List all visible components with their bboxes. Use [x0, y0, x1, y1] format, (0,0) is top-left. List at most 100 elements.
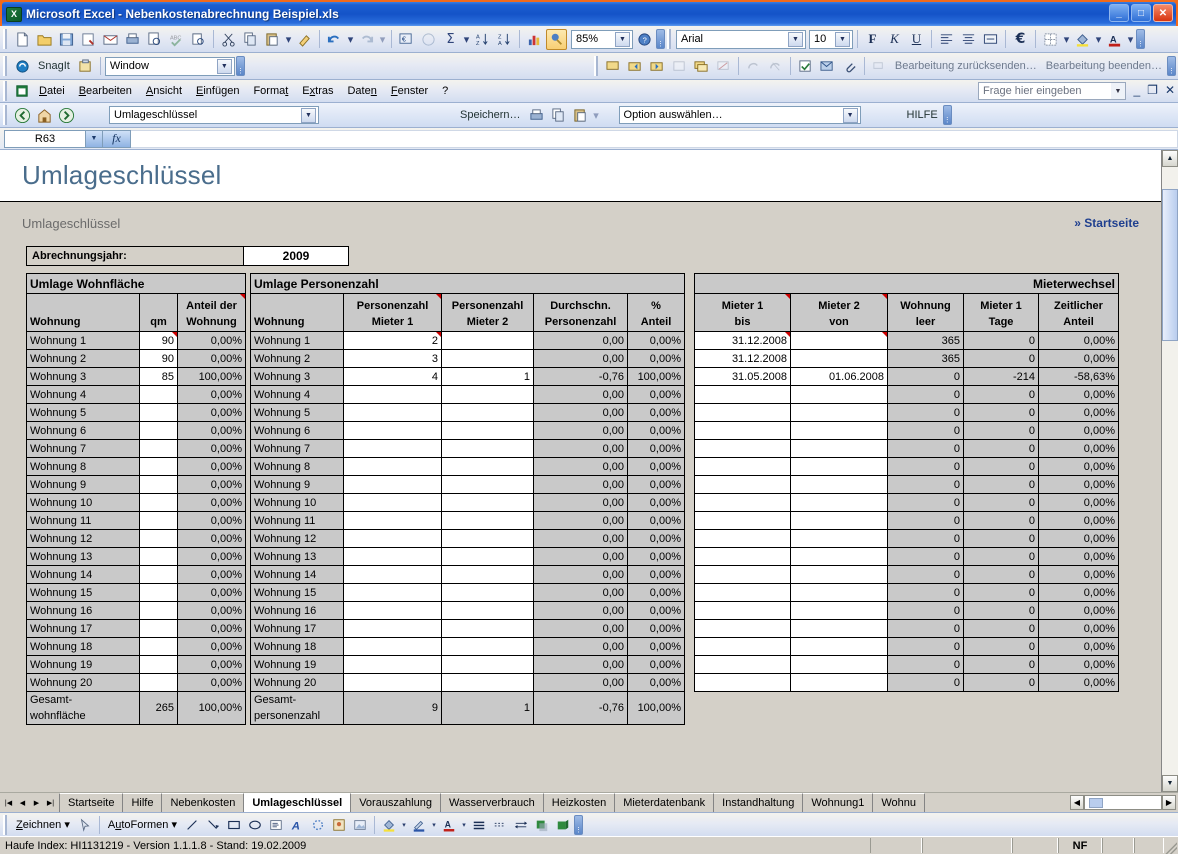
print-preview-icon[interactable] — [144, 29, 165, 50]
accept-changes-icon[interactable] — [795, 56, 816, 77]
new-comment-icon[interactable] — [603, 56, 624, 77]
email-icon[interactable] — [100, 29, 121, 50]
worksheet-canvas[interactable]: Umlageschlüssel Umlageschlüssel » Starts… — [0, 150, 1161, 792]
snagit-toolbar-overflow-button[interactable]: ⋮ — [236, 56, 245, 76]
line-color-icon[interactable] — [409, 815, 429, 835]
table-cell[interactable] — [442, 422, 534, 440]
maximize-button[interactable]: □ — [1131, 4, 1151, 22]
table-cell[interactable] — [695, 440, 791, 458]
table-cell[interactable] — [442, 494, 534, 512]
edit-comment-icon[interactable] — [669, 56, 690, 77]
table-cell[interactable]: 90 — [140, 332, 178, 350]
table-cell[interactable] — [442, 566, 534, 584]
sheet-select-combo[interactable]: Umlageschlüssel ▼ — [109, 106, 319, 124]
table-cell[interactable] — [695, 530, 791, 548]
resize-grip[interactable] — [1164, 841, 1177, 854]
font-size-combo[interactable]: 10 ▼ — [809, 30, 853, 49]
table-cell[interactable] — [791, 512, 888, 530]
oval-icon[interactable] — [245, 815, 265, 835]
tab-nav-next[interactable]: ▶ — [30, 795, 43, 810]
table-cell[interactable] — [791, 638, 888, 656]
line-icon[interactable] — [182, 815, 202, 835]
table-cell[interactable] — [344, 638, 442, 656]
table-cell[interactable] — [140, 548, 178, 566]
table-cell[interactable] — [695, 422, 791, 440]
table-cell[interactable] — [344, 566, 442, 584]
zoom-combo[interactable]: 85% ▼ — [571, 30, 633, 49]
sheet-tab-hilfe[interactable]: Hilfe — [122, 793, 162, 812]
billing-year-input[interactable]: 2009 — [244, 246, 349, 266]
rectangle-icon[interactable] — [224, 815, 244, 835]
table-cell[interactable] — [344, 584, 442, 602]
table-cell[interactable] — [442, 350, 534, 368]
paste-dropdown-icon[interactable]: ▾ — [284, 29, 293, 50]
table-cell[interactable] — [140, 386, 178, 404]
table-cell[interactable] — [344, 404, 442, 422]
fill-color-icon[interactable] — [379, 815, 399, 835]
table-cell[interactable] — [140, 638, 178, 656]
ask-a-question-input[interactable]: Frage hier eingeben ▼ — [978, 82, 1126, 100]
save-label[interactable]: Speichern… — [456, 109, 525, 121]
autosum-icon[interactable]: Σ — [440, 29, 461, 50]
reject-changes-icon[interactable] — [765, 56, 786, 77]
table-cell[interactable] — [140, 476, 178, 494]
font-color-dropdown-icon[interactable]: ▾ — [1126, 29, 1135, 50]
table-cell[interactable] — [344, 440, 442, 458]
table-cell[interactable]: 1 — [442, 368, 534, 386]
table-cell[interactable] — [442, 332, 534, 350]
table-cell[interactable] — [695, 512, 791, 530]
table-cell[interactable] — [791, 440, 888, 458]
minimize-button[interactable]: _ — [1109, 4, 1129, 22]
open-icon[interactable] — [34, 29, 55, 50]
table-cell[interactable] — [791, 476, 888, 494]
scroll-up-button[interactable]: ▲ — [1162, 150, 1178, 167]
research-icon[interactable] — [188, 29, 209, 50]
menu-bar-grip[interactable] — [3, 81, 8, 101]
table-cell[interactable] — [695, 404, 791, 422]
review-toolbar-grip[interactable] — [594, 56, 599, 76]
workbook-icon[interactable] — [11, 81, 32, 102]
routing-recipient-icon[interactable] — [817, 56, 838, 77]
font-color-icon[interactable]: A — [439, 815, 459, 835]
vertical-scroll-thumb[interactable] — [1162, 189, 1178, 341]
align-center-icon[interactable] — [958, 29, 979, 50]
table-cell[interactable] — [344, 422, 442, 440]
tab-horizontal-scrollbar[interactable]: ◀ ▶ — [1070, 793, 1178, 812]
paste-sheet-icon[interactable] — [570, 105, 591, 126]
next-comment-icon[interactable] — [647, 56, 668, 77]
formatting-toolbar-overflow-button[interactable]: ⋮ — [1136, 29, 1145, 49]
hscroll-thumb[interactable] — [1089, 798, 1103, 808]
table-cell[interactable]: 31.05.2008 — [695, 368, 791, 386]
redo-icon[interactable] — [356, 29, 377, 50]
autosum-dropdown-icon[interactable]: ▾ — [462, 29, 471, 50]
table-cell[interactable]: 90 — [140, 350, 178, 368]
paste-sheet-dropdown-icon[interactable]: ▾ — [592, 105, 601, 126]
format-painter-icon[interactable] — [294, 29, 315, 50]
currency-button[interactable]: € — [1010, 29, 1031, 50]
merge-center-icon[interactable] — [980, 29, 1001, 50]
table-cell[interactable] — [344, 386, 442, 404]
menu-item-einfuegen[interactable]: Einfügen — [189, 83, 246, 99]
line-style-icon[interactable] — [469, 815, 489, 835]
doc-restore-button[interactable]: ❐ — [1147, 83, 1158, 97]
select-objects-icon[interactable] — [75, 815, 95, 835]
table-cell[interactable] — [791, 458, 888, 476]
chart-wizard-icon[interactable] — [524, 29, 545, 50]
picture-icon[interactable] — [350, 815, 370, 835]
table-cell[interactable] — [695, 548, 791, 566]
review-toolbar-overflow-button[interactable]: ⋮ — [1167, 56, 1176, 76]
doc-minimize-button[interactable]: _ — [1133, 83, 1140, 97]
table-cell[interactable]: 2 — [344, 332, 442, 350]
table-cell[interactable] — [695, 638, 791, 656]
sheet-tab-startseite[interactable]: Startseite — [59, 793, 123, 812]
table-cell[interactable] — [344, 530, 442, 548]
table-cell[interactable] — [140, 602, 178, 620]
startseite-link[interactable]: » Startseite — [1074, 216, 1139, 230]
align-left-icon[interactable] — [936, 29, 957, 50]
table-cell[interactable] — [140, 656, 178, 674]
arrow-icon[interactable] — [203, 815, 223, 835]
drawing-toolbar-grip[interactable] — [3, 815, 8, 835]
text-box-icon[interactable] — [266, 815, 286, 835]
table-cell[interactable] — [791, 566, 888, 584]
table-cell[interactable] — [791, 422, 888, 440]
